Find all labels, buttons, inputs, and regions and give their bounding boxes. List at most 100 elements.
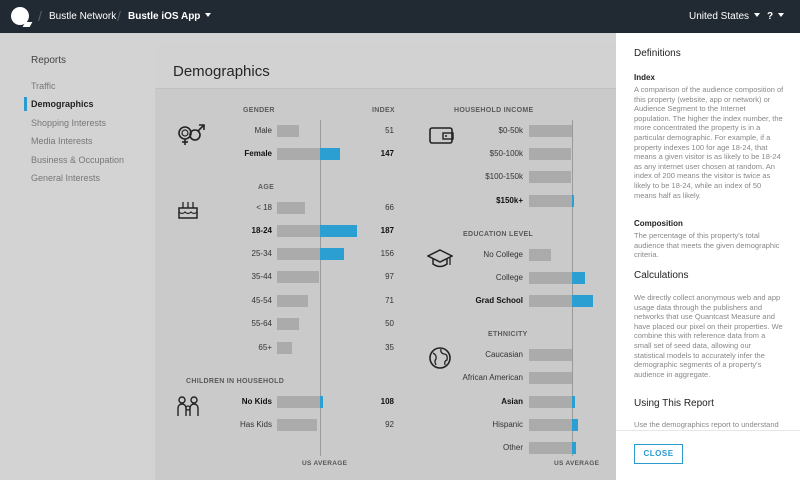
age-index-bar[interactable]: [277, 295, 308, 307]
children-heading: CHILDREN IN HOUSEHOLD: [186, 378, 285, 385]
active-indicator: [24, 97, 27, 111]
calculations-heading: Calculations: [634, 270, 689, 281]
sidebar-title: Reports: [31, 55, 67, 66]
gender-index-bar[interactable]: [277, 148, 340, 160]
sidebar-item-demographics[interactable]: Demographics: [31, 99, 94, 109]
education-row-label: College: [495, 273, 523, 282]
gender-index-value: 147: [380, 149, 394, 158]
graduation-cap-icon: [427, 249, 453, 268]
income-row-label: $0-50k: [498, 126, 523, 135]
panel-title: Definitions: [634, 48, 681, 59]
age-index-value: 187: [380, 226, 394, 235]
ethnicity-row-label: Caucasian: [485, 350, 523, 359]
above-average-segment: [320, 396, 323, 408]
ethnicity-row-label: Hispanic: [492, 420, 523, 429]
age-index-bar[interactable]: [277, 225, 357, 237]
sidebar-item-general-interests[interactable]: General Interests: [31, 173, 100, 183]
gender-heading: GENDER: [243, 107, 275, 114]
age-index-bar[interactable]: [277, 318, 299, 330]
ethnicity-row-label: Asian: [501, 397, 523, 406]
birthday-cake-icon: [178, 202, 198, 219]
ethnicity-index-bar[interactable]: [529, 442, 576, 454]
income-index-bar[interactable]: [529, 148, 571, 160]
above-average-segment: [320, 225, 357, 237]
help-menu[interactable]: ?: [767, 11, 785, 22]
ethnicity-index-bar[interactable]: [529, 349, 572, 361]
above-average-segment: [320, 148, 340, 160]
calculations-text: We directly collect anonymous web and ap…: [634, 293, 783, 379]
children-row-label: No Kids: [241, 397, 272, 406]
age-row-label: 55-64: [251, 319, 272, 328]
us-average-label: US AVERAGE: [302, 460, 348, 467]
children-index-bar[interactable]: [277, 419, 317, 431]
ethnicity-index-bar[interactable]: [529, 372, 572, 384]
us-average-label: US AVERAGE: [554, 460, 600, 467]
gender-index-bar[interactable]: [277, 125, 299, 137]
sidebar-item-business-occupation[interactable]: Business & Occupation: [31, 155, 124, 165]
children-index-value: 92: [385, 420, 394, 429]
gender-icon: [178, 124, 205, 145]
age-index-value: 97: [385, 272, 394, 281]
education-row-label: Grad School: [475, 296, 523, 305]
gender-row-label: Male: [254, 126, 272, 135]
income-heading: HOUSEHOLD INCOME: [454, 107, 534, 114]
country-label: United States: [689, 11, 750, 22]
index-definition-text: A comparison of the audience composition…: [634, 85, 784, 200]
sidebar-item-media-interests[interactable]: Media Interests: [31, 136, 93, 146]
family-icon: [177, 396, 199, 416]
children-index-bar[interactable]: [277, 396, 323, 408]
breadcrumb-separator: /: [117, 8, 121, 24]
education-index-bar[interactable]: [529, 295, 593, 307]
chevron-down-icon: [205, 13, 212, 17]
ethnicity-heading: ETHNICITY: [488, 331, 528, 338]
above-average-segment: [572, 396, 575, 408]
age-row-label: 65+: [258, 343, 272, 352]
above-average-segment: [572, 442, 576, 454]
breadcrumb-network[interactable]: Bustle Network: [49, 11, 116, 22]
age-index-value: 35: [385, 343, 394, 352]
age-row-label: 35-44: [251, 272, 272, 281]
education-index-bar[interactable]: [529, 249, 551, 261]
gender-row-label: Female: [244, 149, 272, 158]
country-selector[interactable]: United States: [689, 11, 761, 22]
income-index-bar[interactable]: [529, 171, 571, 183]
age-index-bar[interactable]: [277, 248, 344, 260]
education-index-bar[interactable]: [529, 272, 585, 284]
sidebar-item-traffic[interactable]: Traffic: [31, 81, 56, 91]
quantcast-logo-icon[interactable]: [11, 7, 29, 25]
age-row-label: 18-24: [251, 226, 272, 235]
income-row-label: $150k+: [496, 196, 523, 205]
top-bar: / Bustle Network / Bustle iOS App United…: [0, 0, 800, 33]
age-index-value: 66: [385, 203, 394, 212]
ethnicity-index-bar[interactable]: [529, 419, 578, 431]
ethnicity-index-bar[interactable]: [529, 396, 575, 408]
above-average-segment: [572, 272, 585, 284]
age-index-bar[interactable]: [277, 271, 319, 283]
age-row-label: 45-54: [251, 296, 272, 305]
income-index-bar[interactable]: [529, 125, 572, 137]
index-definition-heading: Index: [634, 73, 655, 82]
close-button[interactable]: CLOSE: [634, 444, 683, 464]
sidebar-item-shopping-interests[interactable]: Shopping Interests: [31, 118, 106, 128]
age-heading: AGE: [258, 184, 275, 191]
above-average-segment: [572, 195, 574, 207]
age-index-bar[interactable]: [277, 202, 305, 214]
ethnicity-row-label: African American: [462, 373, 523, 382]
wallet-icon: [429, 127, 454, 144]
above-average-segment: [572, 419, 578, 431]
composition-text: The percentage of this property's total …: [634, 231, 780, 260]
age-row-label: < 18: [256, 203, 272, 212]
age-index-value: 71: [385, 296, 394, 305]
education-row-label: No College: [483, 250, 523, 259]
age-index-bar[interactable]: [277, 342, 292, 354]
breadcrumb-separator: /: [38, 8, 42, 24]
composition-heading: Composition: [634, 219, 683, 228]
chevron-down-icon: [778, 13, 785, 17]
income-index-bar[interactable]: [529, 195, 574, 207]
app-selector[interactable]: Bustle iOS App: [128, 11, 212, 22]
income-row-label: $100-150k: [485, 172, 523, 181]
index-heading: INDEX: [372, 107, 395, 114]
chevron-down-icon: [754, 13, 761, 17]
ethnicity-row-label: Other: [502, 443, 523, 452]
age-index-value: 156: [380, 249, 394, 258]
